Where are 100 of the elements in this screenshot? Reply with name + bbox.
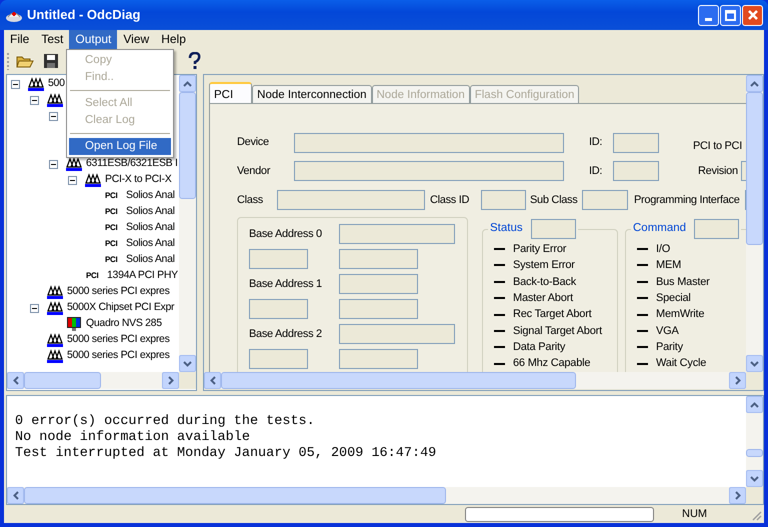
flag-label: Master Abort: [513, 290, 573, 306]
minimize-icon: [705, 18, 712, 20]
scroll-right-button[interactable]: [729, 487, 746, 504]
tree-item[interactable]: Solios Anal: [126, 252, 175, 268]
menu-item[interactable]: File: [4, 30, 36, 49]
chevron-icon: [183, 80, 192, 87]
menu-item[interactable]: Help: [155, 30, 192, 49]
maximize-button[interactable]: [720, 4, 741, 26]
flag-label: Bus Master: [656, 274, 710, 290]
indicator-icon: [494, 248, 505, 250]
tree-item[interactable]: 6311ESB/6321ESB I: [86, 156, 178, 172]
flag-label: Parity Error: [513, 242, 566, 257]
menu-item[interactable]: Test: [35, 30, 70, 49]
tree-item[interactable]: 5000X Chipset PCI Expr: [67, 300, 174, 316]
scrollbar-thumb[interactable]: [221, 372, 576, 390]
input-field[interactable]: [613, 160, 659, 181]
device-icon: [47, 300, 63, 316]
tree-item[interactable]: 500: [48, 76, 65, 92]
scrollbar-thumb[interactable]: [24, 487, 446, 504]
tree-item[interactable]: 5000 series PCI expres: [67, 332, 170, 348]
input-field[interactable]: [339, 298, 418, 319]
input-field[interactable]: [294, 132, 564, 153]
menu-item[interactable]: Open Log File: [69, 138, 171, 155]
field-label: Revision: [698, 164, 738, 179]
tab[interactable]: PCI: [209, 82, 252, 104]
menu-item[interactable]: Output: [69, 30, 118, 49]
chevron-icon: [210, 376, 216, 386]
input-field[interactable]: [339, 224, 455, 244]
field-label: Class ID: [430, 192, 470, 208]
input-field[interactable]: [694, 218, 740, 239]
indicator-icon: [637, 346, 648, 348]
scroll-left-button[interactable]: [7, 487, 24, 504]
input-field[interactable]: [530, 218, 576, 239]
chevron-icon: [750, 80, 759, 87]
indicator-icon: [494, 330, 505, 332]
input-field[interactable]: [613, 132, 659, 153]
input-field[interactable]: [294, 160, 564, 181]
scrollbar-thumb[interactable]: [746, 449, 763, 458]
input-field[interactable]: [582, 190, 628, 210]
scroll-down-button[interactable]: [746, 470, 763, 488]
status-indicator: NUM: [682, 507, 708, 522]
scrollbar-thumb[interactable]: [24, 372, 101, 390]
tree-item[interactable]: Solios Anal: [126, 236, 175, 252]
input-field[interactable]: [339, 348, 418, 369]
field-label: Programming Interface: [634, 192, 741, 208]
tree-item[interactable]: PCI-X to PCI-X: [105, 172, 172, 188]
input-field[interactable]: [249, 348, 308, 369]
tree-item[interactable]: 5000 series PCI expres: [67, 284, 170, 300]
input-field[interactable]: [339, 248, 418, 269]
input-field[interactable]: [339, 274, 418, 294]
input-field[interactable]: [249, 248, 308, 269]
indicator-icon: [637, 314, 648, 316]
field-label: Base Address 1: [249, 276, 323, 292]
chevron-icon: [750, 402, 759, 408]
scroll-left-button[interactable]: [204, 372, 221, 390]
collapse-icon[interactable]: [49, 112, 58, 121]
scroll-up-button[interactable]: [746, 75, 763, 92]
collapse-icon[interactable]: [30, 304, 39, 313]
input-field[interactable]: [339, 324, 455, 344]
collapse-icon[interactable]: [11, 80, 20, 89]
tree-item[interactable]: Solios Anal: [126, 204, 175, 220]
tree-item[interactable]: Solios Anal: [126, 188, 175, 204]
device-icon: [47, 92, 63, 108]
collapse-icon[interactable]: [30, 96, 39, 105]
chevron-icon: [183, 360, 192, 367]
minimize-button[interactable]: [698, 4, 719, 26]
flag-label: System Error: [513, 258, 575, 274]
close-button[interactable]: [742, 4, 763, 26]
group-title: Status: [489, 221, 524, 236]
flag-label: MemWrite: [656, 307, 704, 322]
scrollbar-thumb[interactable]: [179, 92, 196, 200]
scrollbar-thumb[interactable]: [746, 92, 763, 246]
flag-label: Rec Target Abort: [513, 307, 592, 322]
tree-item[interactable]: 1394A PCI PHY: [107, 268, 178, 284]
indicator-icon: [637, 264, 648, 266]
flag-label: Data Parity: [513, 340, 566, 356]
close-icon: [748, 10, 758, 20]
scroll-down-button[interactable]: [746, 355, 763, 372]
scroll-right-button[interactable]: [729, 372, 746, 390]
scroll-right-button[interactable]: [162, 372, 179, 390]
menu-item[interactable]: View: [117, 30, 156, 49]
tree-item[interactable]: Solios Anal: [126, 220, 175, 236]
input-field[interactable]: [249, 298, 308, 319]
field-label: Class: [237, 192, 264, 208]
input-field[interactable]: [277, 190, 425, 210]
indicator-icon: [494, 314, 505, 316]
indicator-icon: [494, 280, 505, 283]
input-field[interactable]: [481, 190, 526, 210]
collapse-icon[interactable]: [68, 176, 77, 185]
field-label: Base Address 0: [249, 226, 323, 242]
tab[interactable]: Node Interconnection: [252, 85, 372, 104]
scroll-up-button[interactable]: [179, 75, 196, 92]
scroll-down-button[interactable]: [179, 355, 196, 372]
pci-icon: PCI: [105, 192, 122, 200]
tree-item[interactable]: Quadro NVS 285: [86, 316, 162, 332]
device-icon: [47, 284, 63, 300]
tree-item[interactable]: 5000 series PCI expres: [67, 348, 170, 364]
collapse-icon[interactable]: [49, 160, 58, 169]
scroll-up-button[interactable]: [746, 396, 763, 414]
scroll-left-button[interactable]: [7, 372, 24, 390]
